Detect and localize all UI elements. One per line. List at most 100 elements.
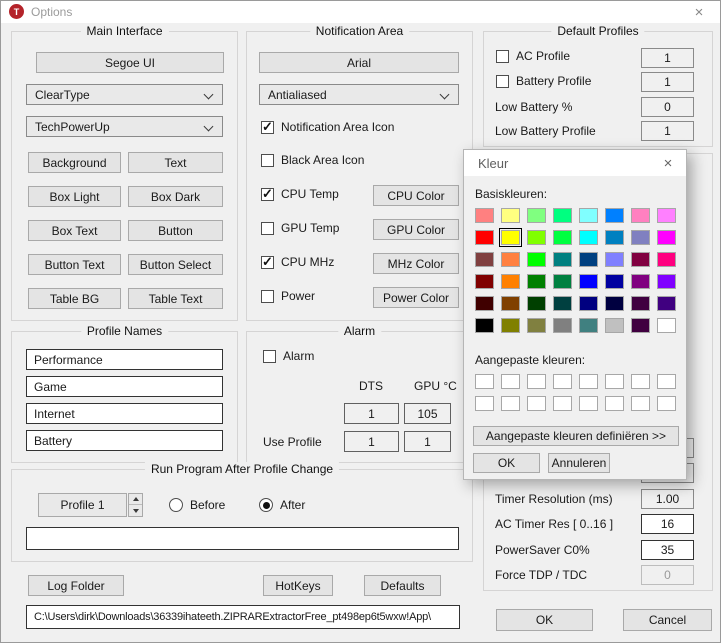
custom-color-swatch[interactable]	[527, 374, 546, 389]
color-cancel-button[interactable]: Annuleren	[548, 453, 610, 473]
profile-3-name-input[interactable]: Internet	[26, 403, 223, 424]
basic-color-swatch[interactable]	[657, 296, 676, 311]
basic-color-swatch[interactable]	[579, 208, 598, 223]
custom-color-swatch[interactable]	[527, 396, 546, 411]
mhz-color-button[interactable]: MHz Color	[373, 253, 459, 274]
basic-color-swatch[interactable]	[553, 296, 572, 311]
power-color-button[interactable]: Power Color	[373, 287, 459, 308]
smoothing-dropdown[interactable]: Antialiased	[259, 84, 459, 105]
log-folder-button[interactable]: Log Folder	[28, 575, 124, 596]
custom-color-swatch[interactable]	[631, 396, 650, 411]
background-color-button[interactable]: Background	[28, 152, 121, 173]
custom-color-swatch[interactable]	[657, 396, 676, 411]
basic-color-swatch[interactable]	[631, 318, 650, 333]
text-color-button[interactable]: Text	[128, 152, 223, 173]
basic-color-swatch[interactable]	[553, 252, 572, 267]
basic-color-swatch[interactable]	[475, 318, 494, 333]
run-profile-selector[interactable]: Profile 1	[38, 493, 127, 517]
run-command-input[interactable]	[26, 527, 459, 550]
table-text-color-button[interactable]: Table Text	[128, 288, 223, 309]
basic-color-swatch-selected[interactable]	[499, 228, 522, 247]
basic-color-swatch[interactable]	[579, 318, 598, 333]
alarm-gpu-input[interactable]: 105	[404, 403, 451, 424]
basic-color-swatch[interactable]	[501, 252, 520, 267]
basic-color-swatch[interactable]	[553, 318, 572, 333]
custom-color-swatch[interactable]	[631, 374, 650, 389]
basic-color-swatch[interactable]	[527, 230, 546, 245]
box-text-color-button[interactable]: Box Text	[28, 220, 121, 241]
basic-color-swatch[interactable]	[579, 296, 598, 311]
before-radio[interactable]	[169, 498, 183, 512]
hotkeys-button[interactable]: HotKeys	[263, 575, 333, 596]
use-profile-dts-input[interactable]: 1	[344, 431, 399, 452]
box-dark-color-button[interactable]: Box Dark	[128, 186, 223, 207]
basic-color-swatch[interactable]	[631, 252, 650, 267]
basic-color-swatch[interactable]	[475, 208, 494, 223]
basic-color-swatch[interactable]	[553, 208, 572, 223]
basic-color-swatch[interactable]	[475, 252, 494, 267]
custom-color-swatch[interactable]	[605, 396, 624, 411]
profile-4-name-input[interactable]: Battery	[26, 430, 223, 451]
custom-color-swatch[interactable]	[553, 374, 572, 389]
gpu-color-button[interactable]: GPU Color	[373, 219, 459, 240]
basic-color-swatch[interactable]	[527, 274, 546, 289]
powersaver-input[interactable]: 35	[641, 540, 694, 560]
theme-dropdown[interactable]: TechPowerUp	[26, 116, 223, 137]
basic-color-swatch[interactable]	[605, 208, 624, 223]
cpu-color-button[interactable]: CPU Color	[373, 185, 459, 206]
basic-color-swatch[interactable]	[605, 318, 624, 333]
alarm-checkbox[interactable]	[263, 349, 276, 363]
use-profile-gpu-input[interactable]: 1	[404, 431, 451, 452]
define-custom-colors-button[interactable]: Aangepaste kleuren definiëren >>	[473, 426, 679, 446]
cpu-mhz-checkbox[interactable]	[261, 254, 274, 270]
power-checkbox[interactable]	[261, 289, 274, 303]
ac-profile-input[interactable]: 1	[641, 48, 694, 68]
battery-profile-checkbox[interactable]	[496, 74, 509, 88]
after-radio[interactable]	[259, 498, 273, 512]
basic-color-swatch[interactable]	[657, 230, 676, 245]
basic-color-swatch[interactable]	[657, 252, 676, 267]
profile-1-name-input[interactable]: Performance	[26, 349, 223, 370]
low-battery-profile-input[interactable]: 1	[641, 121, 694, 141]
close-icon[interactable]: ×	[686, 2, 712, 22]
button-text-color-button[interactable]: Button Text	[28, 254, 121, 275]
custom-color-swatch[interactable]	[657, 374, 676, 389]
basic-color-swatch[interactable]	[631, 230, 650, 245]
basic-color-swatch[interactable]	[631, 296, 650, 311]
timer-resolution-input[interactable]: 1.00	[641, 489, 694, 509]
button-color-button[interactable]: Button	[128, 220, 223, 241]
font-rendering-dropdown[interactable]: ClearType	[26, 84, 223, 105]
basic-color-swatch[interactable]	[527, 296, 546, 311]
spinner-up-icon[interactable]	[129, 494, 142, 505]
button-select-color-button[interactable]: Button Select	[128, 254, 223, 275]
basic-color-swatch[interactable]	[501, 296, 520, 311]
notification-area-icon-checkbox[interactable]	[261, 119, 274, 135]
basic-color-swatch[interactable]	[501, 318, 520, 333]
basic-color-swatch[interactable]	[605, 252, 624, 267]
basic-color-swatch[interactable]	[527, 252, 546, 267]
cancel-button[interactable]: Cancel	[623, 609, 712, 631]
ac-timer-res-input[interactable]: 16	[641, 514, 694, 534]
basic-color-swatch[interactable]	[579, 230, 598, 245]
profile-2-name-input[interactable]: Game	[26, 376, 223, 397]
low-battery-input[interactable]: 0	[641, 97, 694, 117]
basic-color-swatch[interactable]	[501, 274, 520, 289]
basic-color-swatch[interactable]	[657, 208, 676, 223]
cpu-temp-checkbox[interactable]	[261, 186, 274, 202]
ac-profile-checkbox[interactable]	[496, 49, 509, 63]
custom-color-swatch[interactable]	[501, 374, 520, 389]
basic-color-swatch[interactable]	[579, 274, 598, 289]
alarm-dts-input[interactable]: 1	[344, 403, 399, 424]
basic-color-swatch[interactable]	[579, 252, 598, 267]
defaults-button[interactable]: Defaults	[364, 575, 441, 596]
basic-color-swatch[interactable]	[475, 296, 494, 311]
spinner-down-icon[interactable]	[129, 505, 142, 516]
color-dialog-close-icon[interactable]: ×	[656, 152, 680, 174]
custom-color-swatch[interactable]	[579, 374, 598, 389]
basic-color-swatch[interactable]	[657, 318, 676, 333]
basic-color-swatch[interactable]	[553, 274, 572, 289]
custom-color-swatch[interactable]	[475, 374, 494, 389]
custom-color-swatch[interactable]	[501, 396, 520, 411]
basic-color-swatch[interactable]	[501, 208, 520, 223]
basic-color-swatch[interactable]	[631, 208, 650, 223]
